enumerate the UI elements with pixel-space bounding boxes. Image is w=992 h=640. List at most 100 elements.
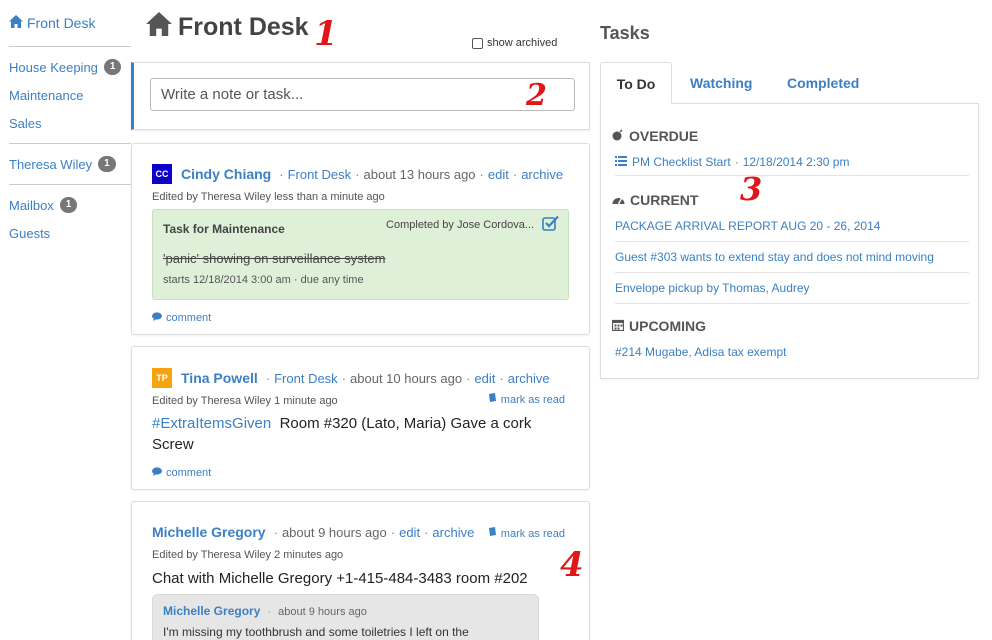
sidebar-item-label: Mailbox (9, 197, 54, 213)
separator: · (341, 370, 347, 386)
mark-as-read-link[interactable]: mark as read (488, 527, 565, 540)
edit-link[interactable]: edit (399, 525, 420, 540)
separator: · (479, 166, 484, 182)
comment-bubble-icon (152, 467, 162, 479)
annotation-4: 4 (560, 545, 584, 585)
channel-link[interactable]: Front Desk (288, 167, 352, 182)
tab-completed[interactable]: Completed (787, 62, 859, 104)
reply-author-link[interactable]: Michelle Gregory (163, 604, 260, 618)
post-body: #ExtraItemsGiven Room #320 (Lato, Maria)… (152, 413, 572, 455)
reply-text: I'm missing my toothbrush and some toile… (163, 625, 469, 639)
comment-link[interactable]: comment (152, 312, 211, 324)
home-icon (9, 15, 23, 31)
book-icon (488, 527, 497, 540)
separator: · (390, 524, 396, 540)
task-item-date: 12/18/2014 2:30 pm (742, 155, 850, 169)
count-badge: 1 (59, 197, 78, 213)
separator: · (499, 370, 504, 386)
tasks-panel: OVERDUE PM Checklist Start · 12/18/2014 … (600, 103, 979, 379)
avatar: CC (152, 164, 172, 184)
bomb-icon (612, 128, 624, 144)
page-title: Front Desk (146, 12, 309, 43)
divider (615, 241, 969, 242)
archive-link[interactable]: archive (508, 371, 550, 386)
task-item[interactable]: #214 Mugabe, Adisa tax exempt (615, 345, 969, 359)
sidebar-divider (9, 46, 131, 47)
sidebar-item-house-keeping[interactable]: House Keeping 1 (9, 53, 131, 81)
sidebar-item-label: Sales (9, 115, 42, 131)
tab-watching[interactable]: Watching (690, 62, 752, 104)
separator: · (512, 166, 518, 182)
task-item[interactable]: PACKAGE ARRIVAL REPORT AUG 20 - 26, 2014 (615, 219, 969, 233)
section-label: UPCOMING (629, 318, 706, 334)
sidebar-item-maintenance[interactable]: Maintenance (9, 81, 131, 109)
edit-link[interactable]: edit (474, 371, 495, 386)
show-archived-checkbox[interactable] (472, 37, 483, 49)
task-title: Task for Maintenance (163, 222, 285, 236)
card-header: TP Tina Powell · Front Desk · about 10 h… (152, 368, 550, 388)
hashtag-link[interactable]: #ExtraItemsGiven (152, 415, 271, 432)
tasks-title: Tasks (600, 23, 650, 43)
sidebar-item-label: Theresa Wiley (9, 156, 93, 172)
card-header: Michelle Gregory · about 9 hours ago · e… (152, 524, 474, 540)
post-text: Chat with Michelle Gregory +1-415-484-34… (152, 570, 528, 587)
comment-bubble-icon (152, 312, 162, 324)
author-link[interactable]: Tina Powell (181, 370, 258, 386)
sidebar-item-guests[interactable]: Guests (9, 219, 131, 247)
sidebar-item-front-desk[interactable]: Front Desk (9, 14, 131, 32)
feed-card: TP Tina Powell · Front Desk · about 10 h… (131, 346, 590, 490)
sidebar-item-mailbox[interactable]: Mailbox 1 (9, 191, 131, 219)
separator: · (355, 166, 360, 182)
composer: Write a note or task... (131, 62, 590, 130)
mark-as-read-link[interactable]: mark as read (488, 393, 565, 406)
count-badge: 1 (98, 156, 116, 172)
separator: · (466, 370, 471, 386)
sidebar-item-label: Maintenance (9, 87, 84, 103)
author-link[interactable]: Michelle Gregory (152, 524, 266, 540)
show-archived-toggle[interactable]: show archived (472, 37, 557, 49)
checked-checkbox-icon[interactable] (542, 215, 560, 234)
task-item[interactable]: PM Checklist Start · 12/18/2014 2:30 pm (615, 155, 969, 169)
book-icon (488, 393, 497, 406)
archive-link[interactable]: archive (432, 525, 474, 540)
divider (615, 303, 969, 304)
page-title-text: Front Desk (178, 13, 309, 41)
edit-link[interactable]: edit (488, 167, 509, 182)
reply-box: Michelle Gregory · about 9 hours ago I'm… (152, 594, 539, 640)
dashboard-icon (612, 192, 625, 208)
comment-link[interactable]: comment (152, 467, 211, 479)
section-label: OVERDUE (629, 128, 699, 144)
task-item[interactable]: Envelope pickup by Thomas, Audrey (615, 281, 969, 295)
comment-label: comment (166, 312, 212, 324)
reply-timestamp: about 9 hours ago (278, 606, 367, 618)
calendar-icon (611, 318, 625, 334)
task-schedule: starts 12/18/2014 3:00 am · due any time (163, 274, 364, 286)
edited-by: Edited by Theresa Wiley 1 minute ago (152, 395, 338, 407)
channel-link[interactable]: Front Desk (274, 371, 338, 386)
sidebar-divider (9, 184, 131, 185)
task-completed-by: Completed by Jose Cordova... (386, 219, 534, 231)
sidebar: Front Desk House Keeping 1 Maintenance S… (9, 14, 131, 247)
task-text: 'panic' showing on surveillance system (163, 251, 386, 266)
count-badge: 1 (103, 59, 122, 75)
sidebar-item-label: Front Desk (27, 15, 96, 31)
separator: · (267, 606, 272, 618)
annotation-2: 2 (526, 78, 547, 113)
section-overdue: OVERDUE (612, 128, 698, 144)
feed-card: CC Cindy Chiang · Front Desk · about 13 … (131, 143, 590, 335)
tab-to-do[interactable]: To Do (600, 62, 672, 104)
sidebar-item-label: House Keeping (9, 59, 98, 75)
note-task-input[interactable]: Write a note or task... (150, 78, 575, 111)
sidebar-item-sales[interactable]: Sales (9, 109, 131, 137)
separator: · (273, 524, 278, 540)
author-link[interactable]: Cindy Chiang (181, 166, 271, 182)
comment-label: comment (166, 467, 212, 479)
archive-link[interactable]: archive (521, 167, 563, 182)
list-icon (615, 155, 627, 169)
home-icon (146, 12, 172, 43)
sidebar-item-theresa-wiley[interactable]: Theresa Wiley 1 (9, 150, 131, 178)
tasks-tabs: To Do Watching Completed (600, 62, 979, 104)
task-item[interactable]: Guest #303 wants to extend stay and does… (615, 250, 969, 264)
annotation-1: 1 (314, 14, 338, 54)
mark-as-read-label: mark as read (500, 527, 565, 540)
